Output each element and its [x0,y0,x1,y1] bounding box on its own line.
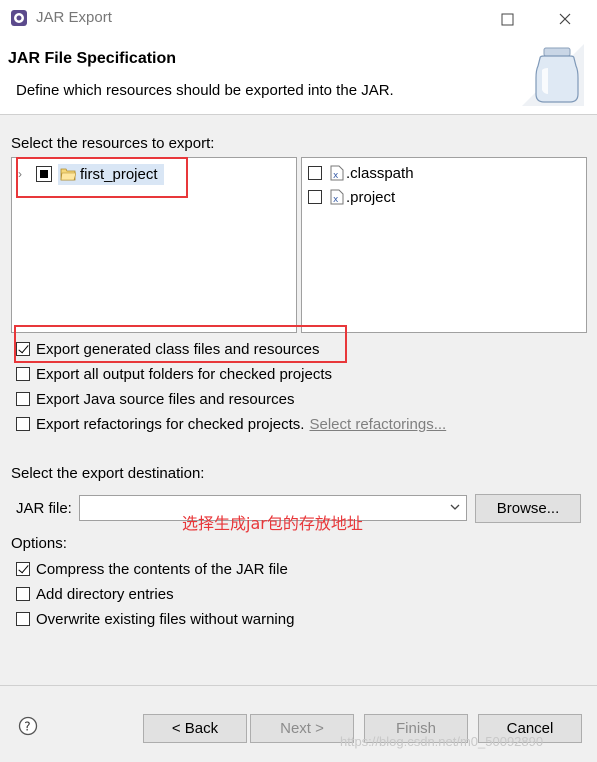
chevron-down-icon[interactable] [448,500,462,514]
xml-file-icon: x [330,165,344,181]
export-refactorings-checkbox[interactable] [16,417,30,431]
resources-label: Select the resources to export: [11,135,215,152]
annotation-text: 选择生成jar包的存放地址 [182,514,363,533]
eclipse-app-icon [11,10,27,26]
wizard-header: JAR File Specification Define which reso… [0,38,597,115]
overwrite-checkbox[interactable] [16,612,30,626]
add-directory-entries-option[interactable]: Add directory entries [16,583,174,605]
file-checkbox[interactable] [308,166,322,180]
page-title: JAR File Specification [8,50,177,67]
export-refactorings-label: Export refactorings for checked projects… [36,415,305,433]
watermark: https://blog.csdn.net/m0_50092890 [340,734,544,749]
xml-file-icon: x [330,189,344,205]
close-button[interactable] [552,6,578,32]
export-output-folders-label: Export all output folders for checked pr… [36,365,332,383]
export-output-folders-checkbox[interactable] [16,367,30,381]
add-directory-entries-checkbox[interactable] [16,587,30,601]
file-checkbox[interactable] [308,190,322,204]
file-label: .project [346,188,396,206]
options-label: Options: [11,535,67,552]
compress-label: Compress the contents of the JAR file [36,560,288,578]
jar-banner-icon [522,44,584,106]
svg-text:x: x [333,195,339,205]
compress-checkbox[interactable] [16,562,30,576]
jar-file-label: JAR file: [16,500,72,517]
highlight-export-option-box [14,325,347,363]
close-icon [559,13,571,25]
select-refactorings-link[interactable]: Select refactorings... [309,416,446,433]
title-bar: JAR Export [0,0,597,38]
file-list[interactable]: x .classpath x .project [301,157,587,333]
back-button[interactable]: < Back [143,714,247,743]
file-item-project[interactable]: x .project [308,186,395,208]
svg-text:x: x [333,171,339,181]
highlight-project-box [16,157,188,198]
destination-label: Select the export destination: [11,465,205,482]
file-item-classpath[interactable]: x .classpath [308,162,414,184]
export-refactorings-option[interactable]: Export refactorings for checked projects… [16,413,446,435]
compress-option[interactable]: Compress the contents of the JAR file [16,558,288,580]
overwrite-option[interactable]: Overwrite existing files without warning [16,608,294,630]
window-title: JAR Export [36,9,112,26]
help-icon[interactable]: ? [18,716,38,736]
maximize-icon [501,13,514,26]
overwrite-label: Overwrite existing files without warning [36,610,295,628]
export-source-files-label: Export Java source files and resources [36,390,295,408]
next-button[interactable]: Next > [250,714,354,743]
browse-button[interactable]: Browse... [475,494,581,523]
file-label: .classpath [346,164,414,182]
export-output-folders-option[interactable]: Export all output folders for checked pr… [16,363,332,385]
export-source-files-checkbox[interactable] [16,392,30,406]
maximize-button[interactable] [494,6,520,32]
footer-divider [0,685,597,686]
export-source-files-option[interactable]: Export Java source files and resources [16,388,294,410]
svg-text:?: ? [24,720,30,734]
add-directory-entries-label: Add directory entries [36,585,174,603]
page-description: Define which resources should be exporte… [16,82,394,99]
